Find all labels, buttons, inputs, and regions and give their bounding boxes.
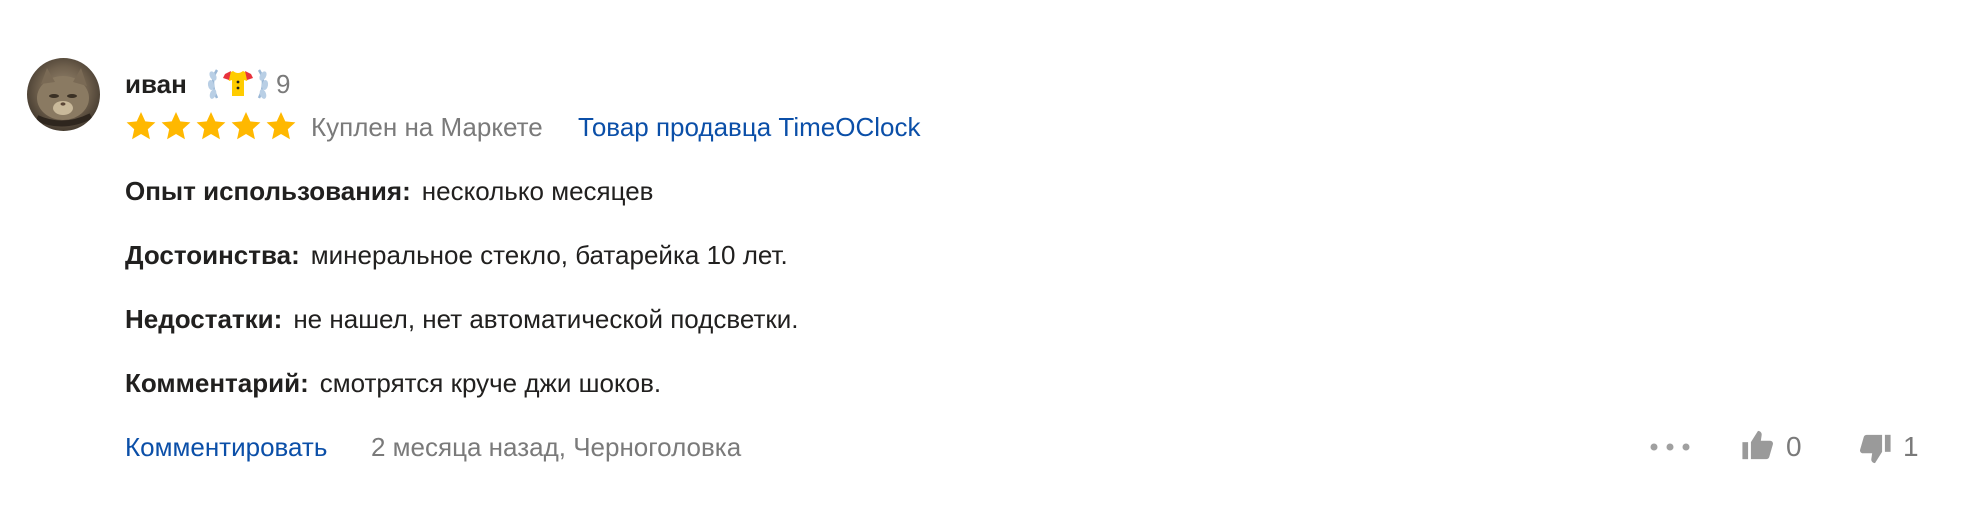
field-comment: Комментарий: смотрятся круче джи шоков.: [125, 367, 661, 399]
review-meta: 2 месяца назад, Черноголовка: [371, 432, 742, 462]
review-card: иван 9 Куплен на Маркете Товар продавца …: [0, 0, 1968, 524]
dislike-count: 1: [1903, 431, 1919, 462]
field-label: Комментарий:: [125, 368, 309, 398]
field-value: не нашел, нет автоматической подсветки.: [293, 304, 799, 334]
star-icon: [266, 112, 296, 140]
comment-button[interactable]: Комментировать: [125, 431, 327, 463]
badge-count: 9: [276, 69, 291, 99]
rating-stars: [125, 110, 297, 142]
field-value: смотрятся круче джи шоков.: [319, 368, 662, 398]
field-value: несколько месяцев: [421, 176, 654, 206]
thumbs-up-icon[interactable]: [1741, 428, 1775, 462]
more-options-icon[interactable]: [1648, 433, 1692, 461]
star-icon: [196, 112, 226, 140]
author-name[interactable]: иван: [125, 68, 187, 100]
field-cons: Недостатки: не нашел, нет автоматической …: [125, 303, 799, 335]
field-label: Опыт использования:: [125, 176, 411, 206]
purchase-info: Куплен на Маркете: [311, 112, 543, 142]
achievement-laurel-badge-icon[interactable]: [203, 64, 273, 104]
star-icon: [126, 112, 156, 140]
star-icon: [231, 112, 261, 140]
field-value: минеральное стекло, батарейка 10 лет.: [310, 240, 788, 270]
avatar[interactable]: [27, 58, 100, 131]
field-pros: Достоинства: минеральное стекло, батарейк…: [125, 239, 788, 271]
field-experience: Опыт использования: несколько месяцев: [125, 175, 653, 207]
field-label: Достоинства:: [125, 240, 300, 270]
thumbs-down-icon[interactable]: [1858, 432, 1892, 466]
like-count: 0: [1786, 431, 1802, 462]
field-label: Недостатки:: [125, 304, 283, 334]
avatar-image: [35, 68, 93, 127]
star-icon: [161, 112, 191, 140]
seller-link[interactable]: Товар продавца TimeOClock: [578, 111, 920, 143]
